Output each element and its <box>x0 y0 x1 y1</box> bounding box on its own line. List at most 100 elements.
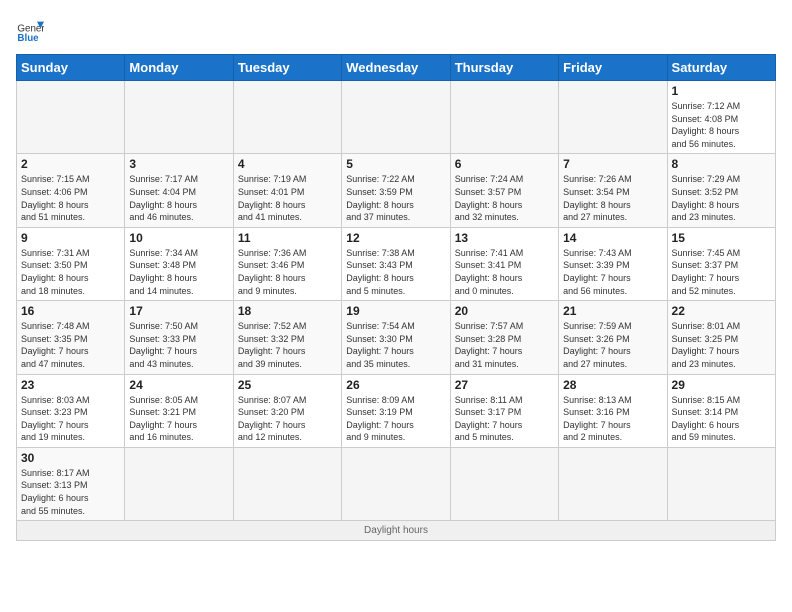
day-info: Sunrise: 8:03 AMSunset: 3:23 PMDaylight:… <box>21 394 120 444</box>
calendar-week-row: 9Sunrise: 7:31 AMSunset: 3:50 PMDaylight… <box>17 227 776 300</box>
calendar-week-row: 1 Sunrise: 7:12 AMSunset: 4:08 PMDaylight… <box>17 81 776 154</box>
day-number: 1 <box>672 84 771 98</box>
calendar-cell: 11 Sunrise: 7:36 AMSunset: 3:46 PMDayligh… <box>233 227 341 300</box>
day-number: 30 <box>21 451 120 465</box>
day-number: 5 <box>346 157 445 171</box>
col-header-friday: Friday <box>559 55 667 81</box>
col-header-sunday: Sunday <box>17 55 125 81</box>
day-number: 15 <box>672 231 771 245</box>
logo-icon: General Blue <box>16 16 44 44</box>
col-header-wednesday: Wednesday <box>342 55 450 81</box>
calendar-header-row: SundayMondayTuesdayWednesdayThursdayFrid… <box>17 55 776 81</box>
calendar-cell: 25 Sunrise: 8:07 AMSunset: 3:20 PMDayligh… <box>233 374 341 447</box>
calendar-cell: 1 Sunrise: 7:12 AMSunset: 4:08 PMDaylight… <box>667 81 775 154</box>
day-number: 28 <box>563 378 662 392</box>
day-number: 23 <box>21 378 120 392</box>
day-info: Sunrise: 7:52 AMSunset: 3:32 PMDaylight:… <box>238 320 337 370</box>
day-info: Sunrise: 7:22 AMSunset: 3:59 PMDaylight:… <box>346 173 445 223</box>
calendar-cell: 15Sunrise: 7:45 AMSunset: 3:37 PMDayligh… <box>667 227 775 300</box>
calendar-cell: 29 Sunrise: 8:15 AMSunset: 3:14 PMDayligh… <box>667 374 775 447</box>
calendar-cell: 19 Sunrise: 7:54 AMSunset: 3:30 PMDayligh… <box>342 301 450 374</box>
day-info: Sunrise: 7:57 AMSunset: 3:28 PMDaylight:… <box>455 320 554 370</box>
logo: General Blue <box>16 16 48 44</box>
day-number: 29 <box>672 378 771 392</box>
calendar-cell <box>125 81 233 154</box>
calendar-week-row: 30Sunrise: 8:17 AMSunset: 3:13 PMDayligh… <box>17 447 776 520</box>
day-number: 14 <box>563 231 662 245</box>
calendar-cell <box>125 447 233 520</box>
day-info: Sunrise: 7:19 AMSunset: 4:01 PMDaylight:… <box>238 173 337 223</box>
day-info: Sunrise: 7:29 AMSunset: 3:52 PMDaylight:… <box>672 173 771 223</box>
day-number: 16 <box>21 304 120 318</box>
calendar-cell: 7Sunrise: 7:26 AMSunset: 3:54 PMDaylight… <box>559 154 667 227</box>
day-number: 8 <box>672 157 771 171</box>
day-number: 3 <box>129 157 228 171</box>
day-info: Sunrise: 8:13 AMSunset: 3:16 PMDaylight:… <box>563 394 662 444</box>
day-number: 2 <box>21 157 120 171</box>
day-info: Sunrise: 7:48 AMSunset: 3:35 PMDaylight:… <box>21 320 120 370</box>
calendar-cell: 4 Sunrise: 7:19 AMSunset: 4:01 PMDaylight… <box>233 154 341 227</box>
day-info: Sunrise: 8:11 AMSunset: 3:17 PMDaylight:… <box>455 394 554 444</box>
calendar-cell: 18 Sunrise: 7:52 AMSunset: 3:32 PMDayligh… <box>233 301 341 374</box>
calendar-cell: 30Sunrise: 8:17 AMSunset: 3:13 PMDayligh… <box>17 447 125 520</box>
calendar-cell <box>667 447 775 520</box>
day-number: 19 <box>346 304 445 318</box>
day-number: 21 <box>563 304 662 318</box>
day-number: 25 <box>238 378 337 392</box>
day-number: 12 <box>346 231 445 245</box>
page: General Blue SundayMondayTuesdayWednesda… <box>0 0 792 549</box>
calendar-cell: 2Sunrise: 7:15 AMSunset: 4:06 PMDaylight… <box>17 154 125 227</box>
day-info: Sunrise: 7:36 AMSunset: 3:46 PMDaylight:… <box>238 247 337 297</box>
day-info: Sunrise: 7:43 AMSunset: 3:39 PMDaylight:… <box>563 247 662 297</box>
svg-text:Blue: Blue <box>17 33 39 44</box>
day-number: 6 <box>455 157 554 171</box>
calendar-cell: 3Sunrise: 7:17 AMSunset: 4:04 PMDaylight… <box>125 154 233 227</box>
calendar-cell: 10 Sunrise: 7:34 AMSunset: 3:48 PMDayligh… <box>125 227 233 300</box>
calendar-cell: 23 Sunrise: 8:03 AMSunset: 3:23 PMDayligh… <box>17 374 125 447</box>
calendar-cell <box>559 81 667 154</box>
day-number: 22 <box>672 304 771 318</box>
calendar-week-row: 16 Sunrise: 7:48 AMSunset: 3:35 PMDayligh… <box>17 301 776 374</box>
day-number: 18 <box>238 304 337 318</box>
calendar-week-row: 23 Sunrise: 8:03 AMSunset: 3:23 PMDayligh… <box>17 374 776 447</box>
calendar-table: SundayMondayTuesdayWednesdayThursdayFrid… <box>16 54 776 541</box>
calendar-cell <box>233 447 341 520</box>
calendar-cell <box>450 447 558 520</box>
day-info: Sunrise: 8:05 AMSunset: 3:21 PMDaylight:… <box>129 394 228 444</box>
calendar-cell <box>559 447 667 520</box>
day-number: 11 <box>238 231 337 245</box>
calendar-footer-row: Daylight hours <box>17 521 776 541</box>
day-number: 7 <box>563 157 662 171</box>
calendar-cell: 5 Sunrise: 7:22 AMSunset: 3:59 PMDaylight… <box>342 154 450 227</box>
day-info: Sunrise: 7:54 AMSunset: 3:30 PMDaylight:… <box>346 320 445 370</box>
calendar-cell: 13 Sunrise: 7:41 AMSunset: 3:41 PMDayligh… <box>450 227 558 300</box>
col-header-monday: Monday <box>125 55 233 81</box>
calendar-cell: 17Sunrise: 7:50 AMSunset: 3:33 PMDayligh… <box>125 301 233 374</box>
header: General Blue <box>16 16 776 44</box>
calendar-cell <box>450 81 558 154</box>
day-info: Sunrise: 7:34 AMSunset: 3:48 PMDaylight:… <box>129 247 228 297</box>
calendar-week-row: 2Sunrise: 7:15 AMSunset: 4:06 PMDaylight… <box>17 154 776 227</box>
day-info: Sunrise: 7:38 AMSunset: 3:43 PMDaylight:… <box>346 247 445 297</box>
calendar-cell: 9Sunrise: 7:31 AMSunset: 3:50 PMDaylight… <box>17 227 125 300</box>
day-info: Sunrise: 7:41 AMSunset: 3:41 PMDaylight:… <box>455 247 554 297</box>
col-header-saturday: Saturday <box>667 55 775 81</box>
day-info: Sunrise: 8:15 AMSunset: 3:14 PMDaylight:… <box>672 394 771 444</box>
calendar-cell: 6Sunrise: 7:24 AMSunset: 3:57 PMDaylight… <box>450 154 558 227</box>
day-number: 26 <box>346 378 445 392</box>
calendar-cell: 27Sunrise: 8:11 AMSunset: 3:17 PMDayligh… <box>450 374 558 447</box>
day-info: Sunrise: 8:01 AMSunset: 3:25 PMDaylight:… <box>672 320 771 370</box>
day-info: Sunrise: 7:12 AMSunset: 4:08 PMDaylight:… <box>672 100 771 150</box>
day-number: 4 <box>238 157 337 171</box>
day-info: Sunrise: 8:07 AMSunset: 3:20 PMDaylight:… <box>238 394 337 444</box>
day-number: 17 <box>129 304 228 318</box>
calendar-cell: 28 Sunrise: 8:13 AMSunset: 3:16 PMDayligh… <box>559 374 667 447</box>
day-number: 10 <box>129 231 228 245</box>
calendar-cell: 12 Sunrise: 7:38 AMSunset: 3:43 PMDayligh… <box>342 227 450 300</box>
calendar-cell <box>233 81 341 154</box>
calendar-cell: 22 Sunrise: 8:01 AMSunset: 3:25 PMDayligh… <box>667 301 775 374</box>
calendar-cell: 24Sunrise: 8:05 AMSunset: 3:21 PMDayligh… <box>125 374 233 447</box>
day-number: 13 <box>455 231 554 245</box>
calendar-cell: 26Sunrise: 8:09 AMSunset: 3:19 PMDayligh… <box>342 374 450 447</box>
calendar-cell <box>342 447 450 520</box>
